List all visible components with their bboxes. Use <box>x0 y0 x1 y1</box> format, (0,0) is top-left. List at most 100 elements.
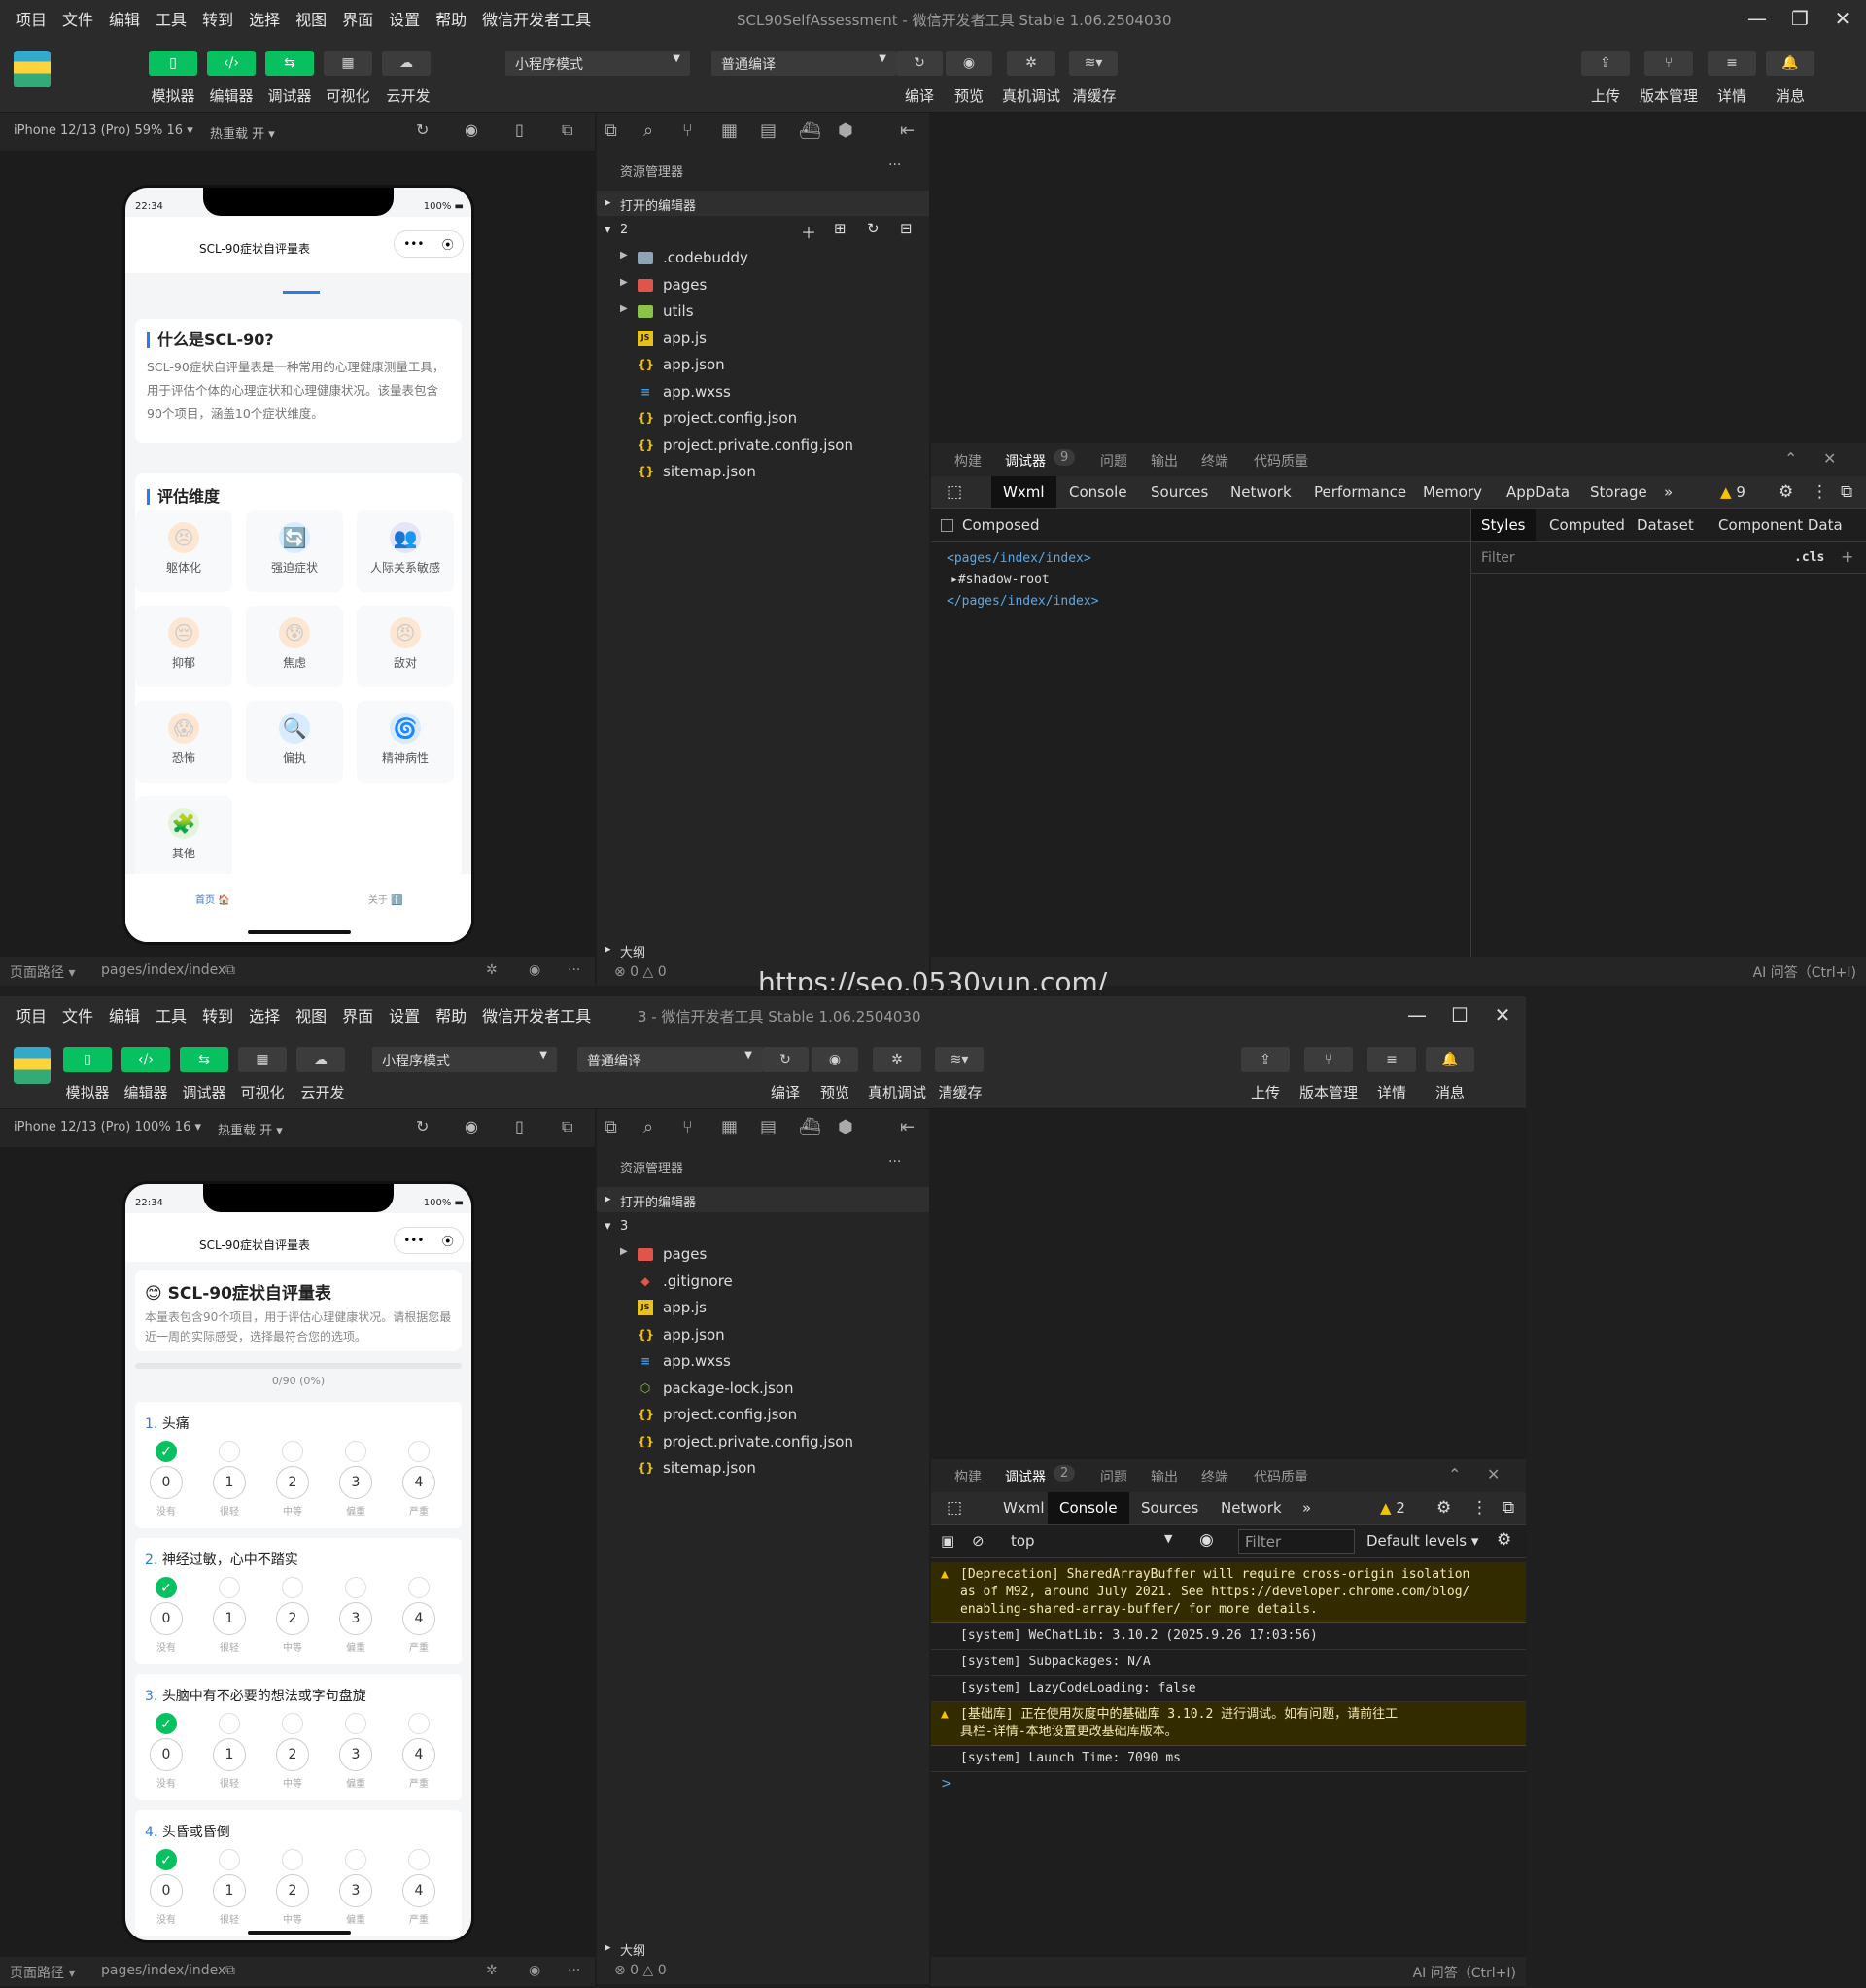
answer-option[interactable]: 1 很轻 <box>210 1849 249 1926</box>
answer-option[interactable]: 1 很轻 <box>210 1713 249 1790</box>
clear-console-icon[interactable]: ⊘ <box>972 1532 985 1550</box>
dimension-tile[interactable]: 😰 焦虑 <box>246 606 343 687</box>
stop-icon[interactable]: ◉ <box>465 121 478 139</box>
radio-circle[interactable] <box>282 1577 303 1598</box>
file-tree-item[interactable]: {} project.private.config.json <box>597 433 929 459</box>
close-icon[interactable]: ✕ <box>1823 4 1862 33</box>
close-mini-icon[interactable]: ⦿ <box>442 1233 454 1249</box>
debugger-toggle-button[interactable]: ⇆ <box>265 51 314 76</box>
new-folder-icon[interactable]: ⊞ <box>834 220 847 237</box>
copy-icon[interactable]: ⧉ <box>225 1963 235 1978</box>
answer-option[interactable]: ✓ 0 没有 <box>147 1713 186 1790</box>
radio-circle[interactable] <box>282 1849 303 1870</box>
page-path-label[interactable]: 页面路径 ▾ <box>10 962 75 982</box>
phone-icon[interactable]: ▯ <box>515 121 524 139</box>
menu-item-5[interactable]: 选择 <box>241 1003 288 1027</box>
dimension-tile[interactable]: 😣 躯体化 <box>135 510 232 592</box>
close-mini-icon[interactable]: ⦿ <box>442 236 454 253</box>
file-tree-item[interactable]: ≡ app.wxss <box>597 379 929 405</box>
answer-option[interactable]: 3 偏重 <box>336 1713 375 1790</box>
explorer-more-icon[interactable]: ··· <box>888 157 901 173</box>
radio-circle[interactable] <box>219 1849 240 1870</box>
file-tree-item[interactable]: {} sitemap.json <box>597 1455 929 1482</box>
answer-option[interactable]: ✓ 0 没有 <box>147 1849 186 1926</box>
cloud-button[interactable]: ☁ <box>382 51 431 76</box>
answer-option[interactable]: 3 偏重 <box>336 1577 375 1654</box>
radio-circle[interactable] <box>282 1713 303 1734</box>
menu-item-2[interactable]: 编辑 <box>101 7 148 30</box>
menu-item-1[interactable]: 文件 <box>54 7 101 30</box>
collapse-icon[interactable]: ⇤ <box>900 1117 915 1137</box>
add-style-icon[interactable]: + <box>1841 547 1853 566</box>
menu-item-6[interactable]: 视图 <box>288 7 334 30</box>
inspect-icon[interactable]: ⬚ <box>935 476 974 508</box>
messages-button[interactable]: 🔔 <box>1426 1047 1474 1072</box>
radio-circle[interactable] <box>408 1849 430 1870</box>
more-tabs-icon[interactable]: » <box>1291 1492 1323 1524</box>
tab-network[interactable]: Network <box>1219 476 1303 508</box>
radio-circle[interactable] <box>408 1713 430 1734</box>
file-tree-item[interactable]: JS app.js <box>597 326 929 352</box>
settings-icon[interactable]: ⬢ <box>838 121 853 141</box>
shadow-root-node[interactable]: ▸#shadow-root <box>947 570 1099 591</box>
file-tree-item[interactable]: {} project.config.json <box>597 1402 929 1428</box>
menu-item-3[interactable]: 工具 <box>148 1003 194 1027</box>
details-button[interactable]: ≡ <box>1367 1047 1416 1072</box>
menu-item-8[interactable]: 设置 <box>381 7 428 30</box>
git-icon[interactable]: ⑂ <box>682 1117 693 1137</box>
refresh-icon[interactable]: ↻ <box>867 220 880 237</box>
project-folder-section[interactable]: ▾ 3 <box>597 1214 929 1239</box>
stop-icon[interactable]: ◉ <box>465 1117 478 1135</box>
menu-item-3[interactable]: 工具 <box>148 7 194 30</box>
tab-quality[interactable]: 代码质量 <box>1254 1467 1308 1486</box>
clear-cache-button[interactable]: ≋▾ <box>935 1047 984 1072</box>
tab-build[interactable]: 构建 <box>954 451 982 471</box>
dimension-tile[interactable]: 🌀 精神病性 <box>357 701 454 783</box>
file-tree-item[interactable]: {} app.json <box>597 1322 929 1348</box>
more-tabs-icon[interactable]: » <box>1652 476 1684 508</box>
console-prompt[interactable]: > <box>941 1776 952 1792</box>
popout-icon[interactable]: ⧉ <box>562 121 572 140</box>
tab-wxml[interactable]: Wxml <box>991 476 1056 508</box>
tab-debugger[interactable]: 调试器 <box>1005 451 1046 471</box>
file-tree-item[interactable]: ≡ app.wxss <box>597 1348 929 1375</box>
device-select[interactable]: iPhone 12/13 (Pro) 59% 16 ▾ <box>14 123 193 138</box>
search-icon[interactable]: ⌕ <box>643 121 653 141</box>
file-tree-item[interactable]: {} project.config.json <box>597 405 929 432</box>
real-debug-button[interactable]: ✲ <box>873 1047 921 1072</box>
git-icon[interactable]: ⑂ <box>682 121 693 141</box>
dimension-tile[interactable]: 😱 恐怖 <box>135 701 232 783</box>
radio-circle[interactable] <box>219 1441 240 1462</box>
docker-icon[interactable]: ⛴ <box>799 121 821 141</box>
outline-section[interactable]: ▸ 大纲 <box>597 937 929 962</box>
more-icon[interactable]: ··· <box>568 1963 580 1978</box>
console-filter-input[interactable]: Filter <box>1238 1529 1355 1554</box>
refresh-icon[interactable]: ↻ <box>416 1117 429 1135</box>
radio-circle[interactable] <box>408 1577 430 1598</box>
save-icon[interactable]: ▤ <box>760 121 777 141</box>
search-icon[interactable]: ⌕ <box>643 1117 653 1137</box>
file-tree-item[interactable]: {} app.json <box>597 352 929 378</box>
tab-storage[interactable]: Storage <box>1578 476 1659 508</box>
copy-icon[interactable]: ⧉ <box>225 962 235 978</box>
tab-sources[interactable]: Sources <box>1129 1492 1210 1524</box>
tab-problems[interactable]: 问题 <box>1100 1467 1127 1486</box>
dimension-tile[interactable]: 😠 敌对 <box>357 606 454 687</box>
file-tree-item[interactable]: ▶ pages <box>597 1241 929 1268</box>
radio-circle[interactable] <box>219 1713 240 1734</box>
check-icon[interactable]: ✓ <box>156 1577 177 1598</box>
menu-item-10[interactable]: 微信开发者工具 <box>474 7 599 30</box>
mode-select[interactable]: 小程序模式 ▼ <box>372 1047 557 1072</box>
answer-option[interactable]: 4 严重 <box>399 1441 438 1517</box>
tab-build[interactable]: 构建 <box>954 1467 982 1486</box>
tab-about[interactable]: 关于 ℹ️ <box>368 891 403 906</box>
menu-item-8[interactable]: 设置 <box>381 1003 428 1027</box>
bug-icon[interactable]: ✲ <box>486 962 498 978</box>
warning-count[interactable]: ▲ 2 <box>1368 1492 1417 1524</box>
files-icon[interactable]: ⧉ <box>605 1117 617 1137</box>
tab-problems[interactable]: 问题 <box>1100 451 1127 471</box>
dimension-tile[interactable]: 👥 人际关系敏感 <box>357 510 454 592</box>
menu-item-7[interactable]: 界面 <box>334 7 381 30</box>
device-select[interactable]: iPhone 12/13 (Pro) 100% 16 ▾ <box>14 1120 201 1134</box>
simulator-toggle-button[interactable]: ▯ <box>149 51 197 76</box>
